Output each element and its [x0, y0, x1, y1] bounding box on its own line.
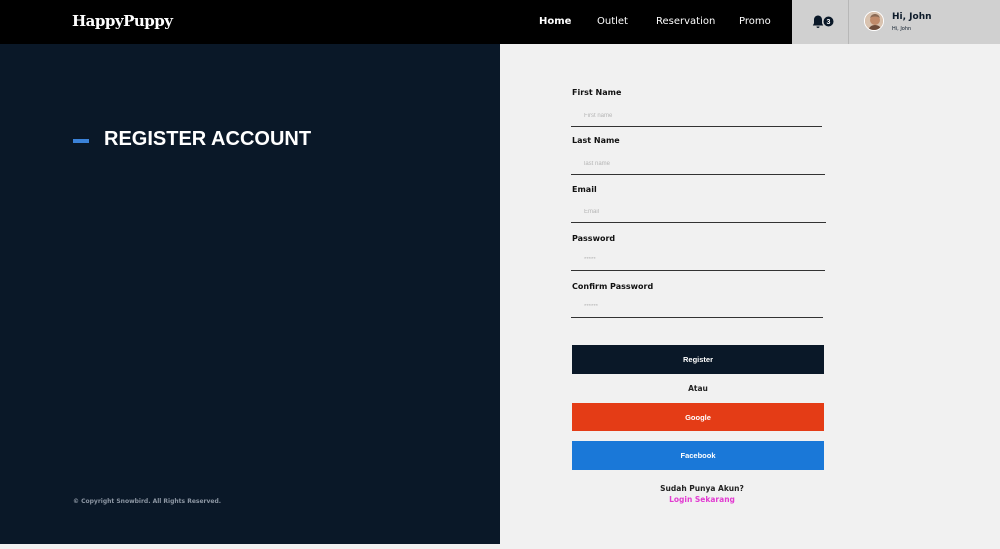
email-label: Email [572, 185, 597, 194]
user-area: 3 Hi, John Hi, John [792, 0, 1000, 44]
facebook-login-button[interactable]: Facebook [572, 441, 824, 470]
top-navbar: HappyPuppy Home Outlet Reservation Promo… [0, 0, 1000, 44]
first-name-input[interactable] [571, 105, 822, 127]
first-name-label: First Name [572, 88, 622, 97]
login-link[interactable]: Login Sekarang [572, 495, 832, 504]
brand-logo[interactable]: HappyPuppy [72, 12, 173, 30]
nav-promo[interactable]: Promo [739, 16, 771, 27]
copyright-text: © Copyright Snowbird. All Rights Reserve… [73, 498, 222, 505]
register-button[interactable]: Register [572, 345, 824, 374]
confirm-password-input[interactable] [571, 296, 823, 318]
page-title: REGISTER ACCOUNT [104, 128, 312, 150]
last-name-label: Last Name [572, 136, 620, 145]
google-login-button[interactable]: Google [572, 403, 824, 431]
notification-count: 3 [827, 19, 831, 26]
or-divider-text: Atau [688, 384, 708, 393]
has-account-text: Sudah Punya Akun? [660, 484, 744, 493]
user-greeting[interactable]: Hi, John [892, 12, 932, 22]
user-avatar[interactable] [864, 11, 884, 31]
nav-reservation[interactable]: Reservation [656, 16, 715, 27]
header-divider [848, 0, 849, 44]
email-input[interactable] [571, 201, 826, 223]
notification-button[interactable]: 3 [812, 14, 836, 30]
last-name-input[interactable] [571, 153, 825, 175]
nav-home[interactable]: Home [539, 16, 571, 27]
title-accent-bar [73, 139, 89, 143]
avatar-image [865, 12, 883, 30]
nav-outlet[interactable]: Outlet [597, 16, 628, 27]
password-label: Password [572, 234, 616, 243]
bell-icon: 3 [812, 15, 834, 28]
register-form: First Name Last Name Email Password Conf… [500, 44, 1000, 544]
password-input[interactable] [571, 249, 825, 271]
left-panel: REGISTER ACCOUNT © Copyright Snowbird. A… [0, 44, 500, 544]
confirm-password-label: Confirm Password [572, 282, 654, 291]
user-subtitle: Hi, John [892, 26, 912, 32]
